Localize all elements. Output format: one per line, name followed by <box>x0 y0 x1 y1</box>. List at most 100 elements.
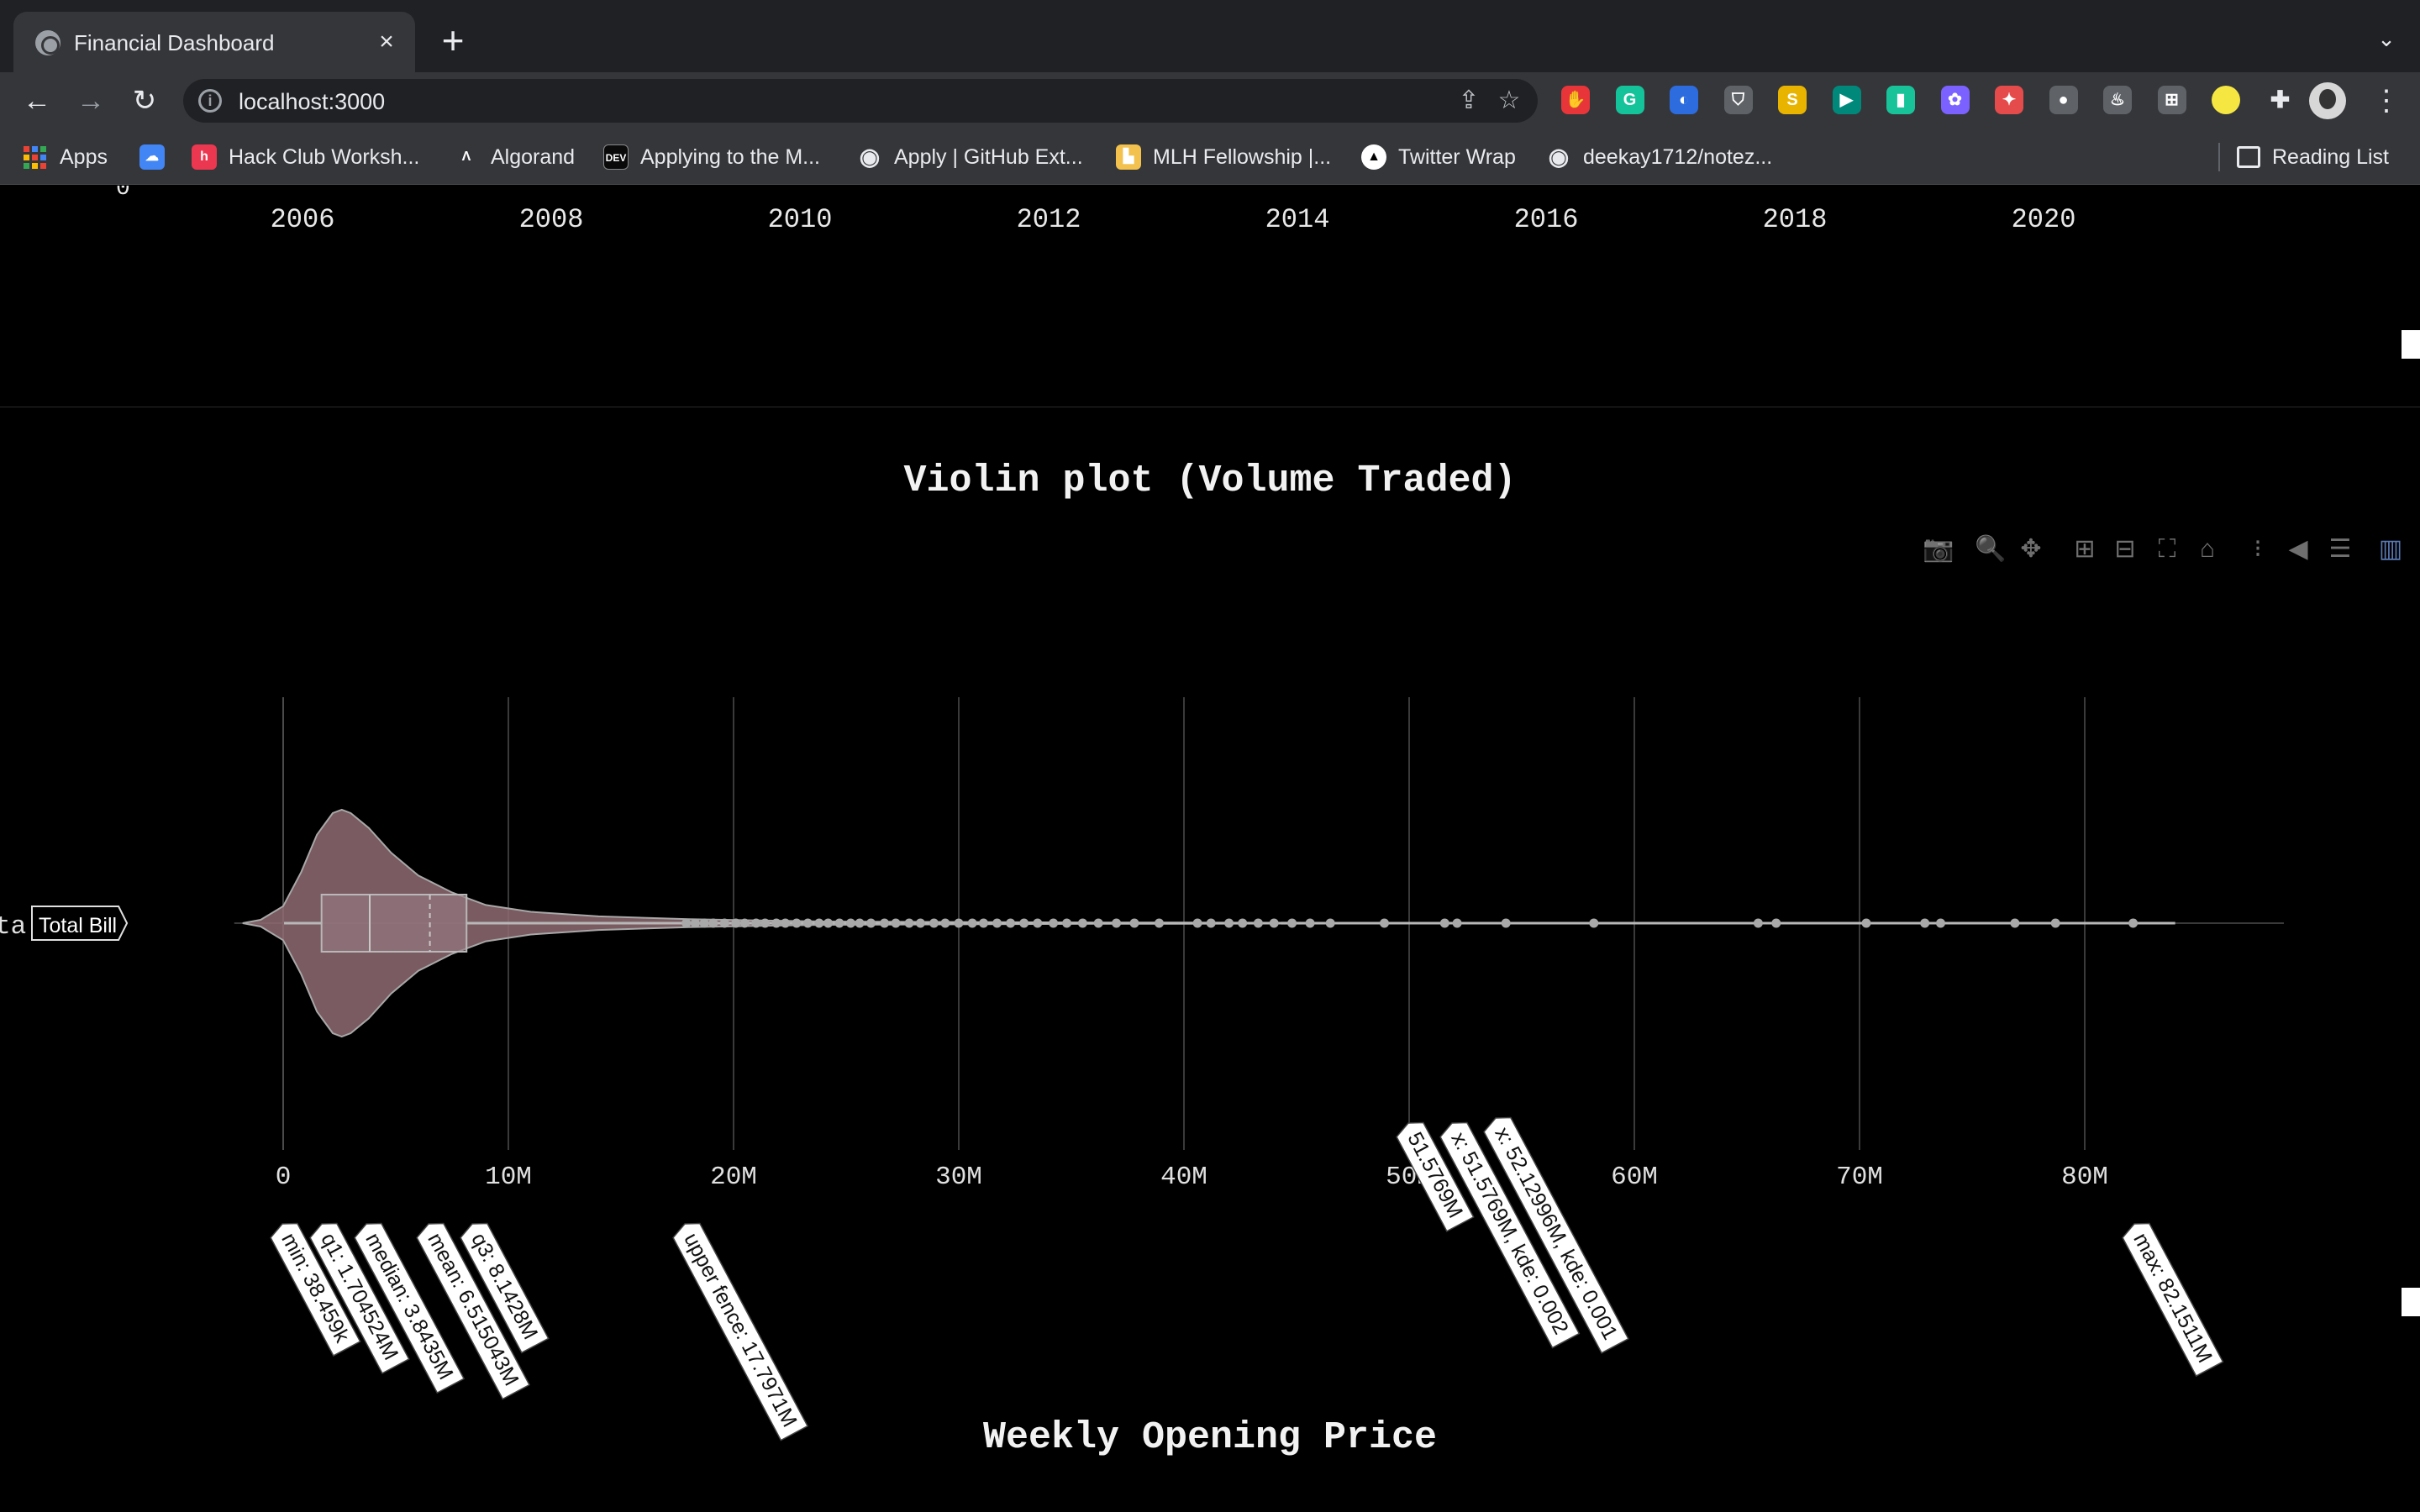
bookmark-item[interactable]: Apps <box>24 143 108 171</box>
weekly-opening-price-title: Weekly Opening Price <box>982 1416 1438 1459</box>
x-tick-label: 60M <box>1611 1163 1658 1192</box>
ext-colorwheel-icon[interactable]: ✿ <box>1940 86 1970 114</box>
x-tick-label: 20M <box>710 1163 757 1192</box>
bookmark-label: MLH Fellowship |... <box>1153 144 1332 169</box>
outlier-point <box>2010 918 2020 928</box>
tab-search-button[interactable]: ⌄ <box>2371 24 2402 54</box>
outlier-point <box>992 918 1002 928</box>
url-text[interactable]: localhost:3000 <box>239 89 385 115</box>
mlh-icon: ▙ <box>1116 144 1141 170</box>
outlier-point <box>1380 918 1389 928</box>
outlier-point <box>1753 918 1763 928</box>
extensions-puzzle-icon[interactable]: ✚ <box>2265 86 2295 114</box>
bookmark-item[interactable]: ▙ MLH Fellowship |... <box>1116 143 1331 171</box>
hover-label-max: max: 82.1511M <box>2122 1222 2224 1378</box>
outlier-point <box>1920 918 1930 928</box>
share-icon[interactable]: ⇪ <box>1454 86 1484 116</box>
bookmark-item[interactable]: ◉ deekay1712/notez... <box>1546 143 1772 171</box>
hover-label-upper-fence-text: upper fence: 17.7971M <box>679 1229 801 1431</box>
violin-chart-svg[interactable]: 0 10M 20M 30M 40M 50M 60M 70M 80M min: 38.459kq1… <box>0 186 2420 1512</box>
outlier-point <box>1062 918 1072 928</box>
reading-list-icon <box>2237 146 2260 168</box>
outlier-point <box>2128 918 2139 928</box>
address-bar[interactable]: i localhost:3000 ⇪ ☆ <box>183 79 1538 123</box>
bookmark-star-icon[interactable]: ☆ <box>1494 86 1524 116</box>
outlier-point <box>1093 918 1103 928</box>
outlier-point <box>1501 918 1511 928</box>
outlier-point <box>929 918 939 928</box>
outlier-point <box>719 918 729 928</box>
ext-yellow-dot-icon[interactable] <box>2212 86 2240 114</box>
reading-list-button[interactable]: Reading List <box>2237 143 2389 171</box>
reload-button[interactable]: ↻ <box>124 81 165 121</box>
ext-meet-icon[interactable]: ▶ <box>1832 86 1861 114</box>
outlier-point <box>690 918 700 928</box>
bookmarks-bar: Apps ☁ h Hack Club Worksh... Λ Algorand DEV App… <box>0 129 2420 185</box>
outlier-point <box>1589 918 1599 928</box>
scroll-marker-bottom <box>2402 1288 2420 1316</box>
outlier-point <box>1253 918 1263 928</box>
google-cloud-icon: ☁ <box>139 144 165 170</box>
outlier-point <box>845 918 855 928</box>
ext-panda-icon[interactable]: ● <box>2049 86 2078 114</box>
bookmark-item[interactable]: h Hack Club Worksh... <box>192 143 419 171</box>
category-hover-label-text: Total Bill <box>39 914 117 937</box>
new-tab-button[interactable]: + <box>434 21 472 60</box>
bookmark-label: Apps <box>60 144 108 169</box>
x-tick-label: 0 <box>276 1163 292 1192</box>
outlier-point <box>954 918 964 928</box>
bookmark-item[interactable]: ◉ Apply | GitHub Ext... <box>857 143 1083 171</box>
outlier-point <box>823 918 834 928</box>
ext-bookmark-icon[interactable]: ▮ <box>1886 86 1915 114</box>
forward-button[interactable]: → <box>71 81 111 121</box>
ext-flame-icon[interactable]: ◐ <box>1670 86 1698 114</box>
ext-red-hand-icon[interactable]: ✋ <box>1561 86 1590 114</box>
outlier-point <box>1049 918 1059 928</box>
outlier-point <box>866 918 876 928</box>
outlier-point <box>802 918 813 928</box>
ext-shield-icon[interactable]: ⛉ <box>1723 86 1753 114</box>
bookmark-label: Apply | GitHub Ext... <box>894 144 1083 169</box>
ext-cart-icon[interactable]: ⊞ <box>2157 86 2186 114</box>
outlier-point <box>915 918 925 928</box>
ext-grammarly-icon[interactable]: G <box>1615 86 1644 114</box>
ext-gift-icon[interactable]: ✦ <box>1995 86 2023 114</box>
outlier-point <box>1019 918 1029 928</box>
ext-coffee-icon[interactable]: ♨ <box>2103 86 2132 114</box>
bookmark-item[interactable]: ▲ Twitter Wrap <box>1361 143 1516 171</box>
apps-grid-icon <box>24 145 46 169</box>
tab-financial-dashboard[interactable]: Financial Dashboard × <box>13 12 415 72</box>
outlier-point <box>979 918 988 928</box>
bookmark-item[interactable]: Λ Algorand <box>454 143 575 171</box>
outlier-point <box>814 918 824 928</box>
back-button[interactable]: ← <box>17 81 57 121</box>
bookmark-label: Applying to the M... <box>640 144 821 169</box>
github-icon: ◉ <box>859 144 881 170</box>
dev-icon: DEV <box>603 144 629 170</box>
outlier-point <box>739 918 750 928</box>
hover-label-max-text: max: 82.1511M <box>2128 1229 2217 1367</box>
bookmark-item[interactable]: ☁ <box>139 143 176 171</box>
outlier-point <box>792 918 802 928</box>
outlier-point <box>1224 918 1234 928</box>
outlier-point <box>1206 918 1216 928</box>
bookmark-item[interactable]: DEV Applying to the M... <box>603 143 820 171</box>
outlier-point <box>1861 918 1871 928</box>
outlier-point <box>1269 918 1279 928</box>
outlier-point <box>731 918 741 928</box>
site-info-icon[interactable]: i <box>198 89 222 113</box>
outlier-point <box>1439 918 1449 928</box>
profile-avatar[interactable] <box>2309 82 2346 119</box>
outlier-point <box>940 918 950 928</box>
outlier-point <box>1077 918 1087 928</box>
browser-menu-button[interactable]: ⋮ <box>2371 81 2402 121</box>
ext-scribe-icon[interactable]: S <box>1778 86 1807 114</box>
close-tab-icon[interactable]: × <box>370 25 403 59</box>
bookmark-label: Twitter Wrap <box>1398 144 1516 169</box>
bookmarks-separator <box>2218 143 2220 171</box>
x-tick-label: 40M <box>1160 1163 1207 1192</box>
x-tick-label: 10M <box>485 1163 532 1192</box>
outlier-point <box>1006 918 1016 928</box>
outlier-point <box>904 918 914 928</box>
outlier-point <box>880 918 890 928</box>
